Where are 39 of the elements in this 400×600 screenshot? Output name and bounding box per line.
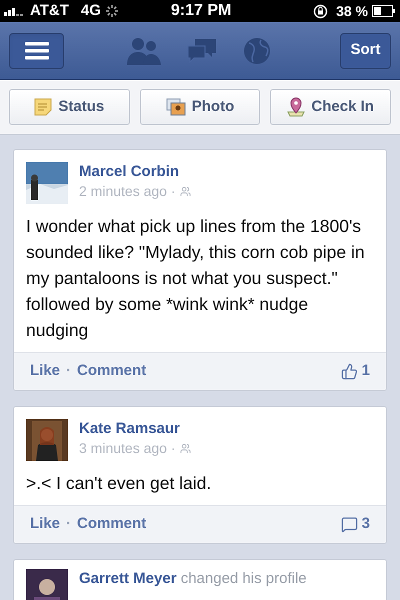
network-text: 4G <box>80 0 101 21</box>
action-button[interactable]: Check In <box>270 89 392 125</box>
post-time: 2 minutes ago · <box>79 182 176 200</box>
battery-icon <box>372 5 396 17</box>
map-pin-icon <box>287 97 306 117</box>
thumbs-up-icon <box>340 363 358 380</box>
photo-icon <box>166 98 186 116</box>
post-text: I wonder what pick up lines from the 1800's sounded like? "Mylady, this corn cob pipe in my pantaloons is not what you suspect." followed by some *wink wink* nudge nudging <box>25 215 366 342</box>
comment-link[interactable]: Comment <box>77 513 146 536</box>
sort-button[interactable]: Sort <box>340 32 391 68</box>
carrier-text: AT&T <box>30 0 69 21</box>
comment-icon <box>340 516 358 533</box>
battery-text: 38 % <box>336 2 368 20</box>
menu-icon <box>24 42 48 60</box>
menu-button[interactable] <box>9 32 64 68</box>
action-button[interactable]: Photo <box>140 89 260 125</box>
author-name[interactable]: Marcel Corbin <box>79 162 190 182</box>
clock-text: 9:17 PM <box>170 1 232 21</box>
friends-icon[interactable] <box>127 36 161 64</box>
comment-link[interactable]: Comment <box>77 360 146 383</box>
activity-icon <box>104 4 119 18</box>
post-headline: Garrett Meyer changed his profile <box>79 569 307 589</box>
post-time: 3 minutes ago · <box>79 439 176 457</box>
like-link[interactable]: Like <box>30 513 60 536</box>
audience-icon <box>180 186 190 196</box>
counter-text: 1 <box>362 361 370 382</box>
counter-text: 3 <box>362 514 370 534</box>
action-button[interactable]: Status <box>9 89 130 125</box>
post-text: >.< I can't even get laid. <box>25 472 212 495</box>
separator-dot: · <box>66 361 72 382</box>
audience-icon <box>180 442 190 454</box>
separator-dot: · <box>66 514 72 534</box>
globe-icon[interactable] <box>243 36 271 64</box>
chat-icon[interactable] <box>187 38 217 64</box>
signal-icon <box>4 6 26 16</box>
note-icon <box>34 98 52 116</box>
like-link[interactable]: Like <box>30 360 60 383</box>
author-name[interactable]: Kate Ramsaur <box>79 419 190 439</box>
rotation-lock-icon <box>313 4 328 18</box>
